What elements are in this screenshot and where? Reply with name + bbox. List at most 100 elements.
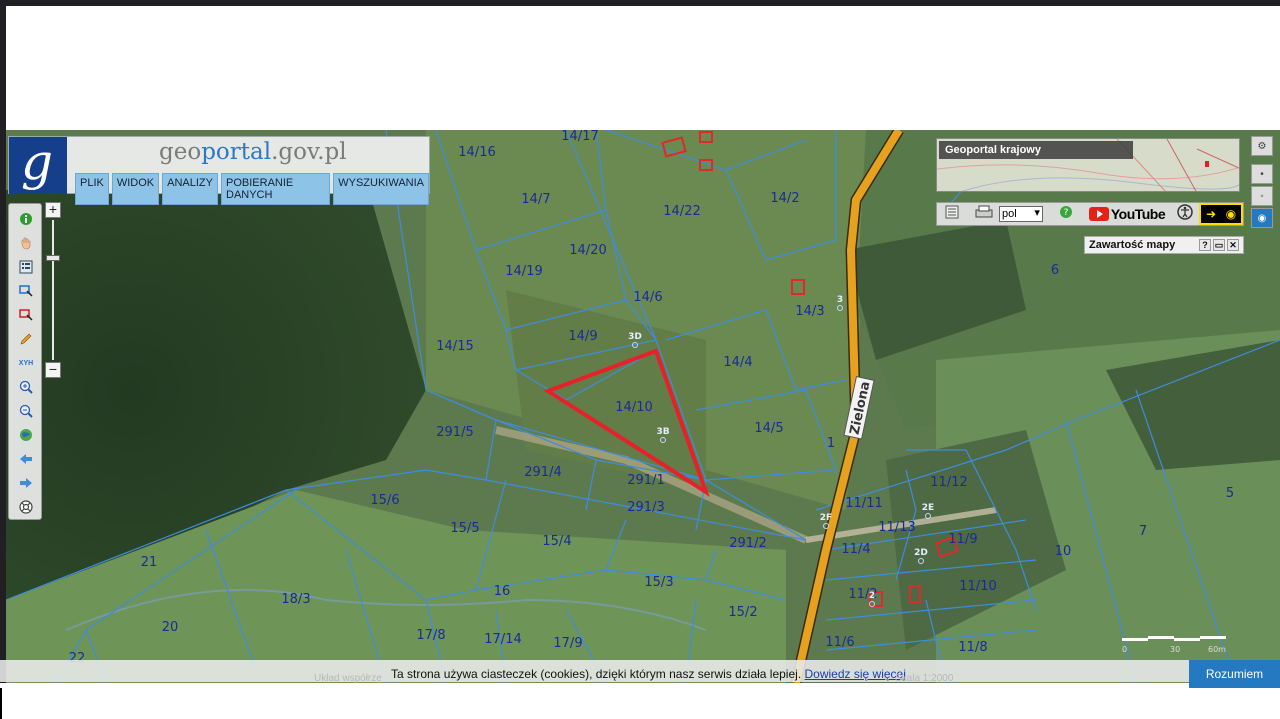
zoom-track[interactable]	[52, 220, 54, 360]
printer-icon[interactable]	[975, 205, 993, 224]
legend-icon[interactable]	[17, 258, 35, 276]
layer-dot-icon[interactable]: •	[1251, 164, 1273, 184]
zoom-plus-button[interactable]: +	[45, 202, 61, 218]
parcel-label: 291/5	[436, 425, 473, 440]
forward-arrow-icon[interactable]	[17, 474, 35, 492]
globe-icon[interactable]	[17, 426, 35, 444]
parcel-label: 11/13	[878, 520, 915, 535]
svg-text:?: ?	[1063, 208, 1068, 218]
cookie-more-link[interactable]: Dowiedz się więcej	[805, 667, 906, 681]
zoom-slider[interactable]: + −	[44, 202, 62, 380]
zoom-thumb[interactable]	[46, 254, 60, 261]
address-point-label: 2F	[820, 513, 832, 523]
cookie-accept-button[interactable]: Rozumiem	[1189, 660, 1280, 688]
language-select[interactable]: pol	[999, 206, 1043, 222]
scale-label-end: 60m	[1208, 645, 1226, 654]
top-right-toolbar: pol ? YouTube ➜◉	[936, 202, 1244, 226]
map-content-panel[interactable]: Zawartość mapy ? ▭ ✕	[1084, 236, 1244, 254]
back-arrow-icon[interactable]	[17, 450, 35, 468]
logo-panel: g geoportal.gov.pl PLIK WIDOK ANALIZY PO…	[8, 133, 430, 205]
parcel-label: 10	[1055, 544, 1072, 559]
parcel-label: 6	[1051, 263, 1059, 278]
overview-map[interactable]: Geoportal krajowy	[936, 138, 1240, 192]
parcel-label: 17/9	[553, 636, 582, 651]
parcel-label: 14/19	[505, 264, 542, 279]
xyh-icon[interactable]: XYH	[17, 354, 35, 372]
site-name: geoportal.gov.pl	[159, 139, 347, 165]
parcel-label: 11/11	[845, 496, 882, 511]
hand-pan-icon[interactable]	[17, 234, 35, 252]
overview-title: Geoportal krajowy	[939, 141, 1133, 159]
geoportal-logo-icon[interactable]: g	[9, 133, 67, 194]
parcel-label: 291/1	[627, 473, 664, 488]
parcel-label: 15/3	[644, 575, 673, 590]
parcel-label: 20	[162, 620, 179, 635]
menu-plik[interactable]: PLIK	[75, 173, 109, 205]
print-list-icon[interactable]	[945, 205, 959, 224]
parcel-label: 14/6	[633, 290, 662, 305]
parcel-label: 11/9	[948, 532, 977, 547]
parcel-label: 15/2	[728, 605, 757, 620]
parcel-label: 14/4	[723, 355, 752, 370]
info-icon[interactable]	[17, 210, 35, 228]
parcel-label: 15/6	[370, 493, 399, 508]
youtube-icon	[1088, 207, 1109, 221]
parcel-label: 11/6	[825, 635, 854, 650]
parcel-label: 11/4	[841, 542, 870, 557]
pencil-icon[interactable]	[17, 330, 35, 348]
help-wheel-icon[interactable]	[17, 498, 35, 516]
menu-wyszukiwania[interactable]: WYSZUKIWANIA	[333, 173, 429, 205]
parcel-label: 18/3	[281, 592, 310, 607]
panel-close-button[interactable]: ✕	[1227, 239, 1239, 251]
scale-label-mid: 30	[1170, 645, 1180, 654]
address-point-label: 3	[837, 295, 843, 305]
parcel-label: 1	[827, 436, 835, 451]
parcel-label: 14/2	[770, 191, 799, 206]
scale-label-0: 0	[1122, 645, 1127, 654]
parcel-label: 291/2	[729, 536, 766, 551]
help-icon[interactable]: ?	[1059, 205, 1073, 224]
map-tools-toolbar: XYH	[8, 203, 42, 520]
zoom-minus-button[interactable]: −	[45, 362, 61, 378]
settings-gear-icon[interactable]: ⚙	[1251, 136, 1273, 156]
panel-restore-button[interactable]: ▭	[1213, 239, 1225, 251]
zoom-in-icon[interactable]	[17, 378, 35, 396]
address-point-label: 2	[869, 591, 875, 601]
page-bottom	[0, 683, 1280, 719]
address-point-label: 2D	[914, 548, 928, 558]
select-rect-icon[interactable]	[17, 282, 35, 300]
parcel-label: 7	[1139, 524, 1147, 539]
accessibility-icon[interactable]	[1177, 203, 1193, 225]
parcel-label: 14/20	[569, 243, 606, 258]
parcel-label: 15/4	[542, 534, 571, 549]
cookie-text: Ta strona używa ciasteczek (cookies), dz…	[391, 667, 906, 681]
side-buttons: ⚙ • ◦ ◉	[1251, 136, 1273, 230]
menu-analizy[interactable]: ANALIZY	[162, 173, 218, 205]
deselect-rect-icon[interactable]	[17, 306, 35, 324]
arrow-right-icon: ➜	[1205, 207, 1217, 221]
menu-widok[interactable]: WIDOK	[111, 173, 160, 205]
panel-help-button[interactable]: ?	[1199, 239, 1211, 251]
parcel-label: 21	[141, 555, 158, 570]
main-menu: PLIK WIDOK ANALIZY POBIERANIE DANYCH WYS…	[75, 173, 429, 205]
parcel-label: 14/22	[663, 204, 700, 219]
parcel-label: 291/4	[524, 465, 561, 480]
parcel-label: 14/7	[521, 192, 550, 207]
parcel-label: 14/17	[561, 130, 598, 144]
page-edge	[0, 688, 2, 719]
menu-pobieranie-danych[interactable]: POBIERANIE DANYCH	[221, 173, 331, 205]
parcel-label: 17/8	[416, 628, 445, 643]
high-contrast-button[interactable]: ➜ ◉	[1199, 203, 1243, 225]
page-header-area	[6, 6, 1280, 130]
visibility-eye-icon[interactable]: ◉	[1251, 208, 1273, 228]
parcel-label: 14/9	[568, 329, 597, 344]
layer-eye-small-icon[interactable]: ◦	[1251, 186, 1273, 206]
address-point-label: 3D	[628, 332, 642, 342]
parcel-label: 14/3	[795, 304, 824, 319]
parcel-label: 14/16	[458, 145, 495, 160]
zoom-out-icon[interactable]	[17, 402, 35, 420]
map-view[interactable]: 14/17 14/16 14/7 14/22 14/2 14/20 14/19 14/6 14/…	[6, 130, 1280, 683]
youtube-link[interactable]: YouTube	[1088, 206, 1166, 222]
parcel-label: 5	[1226, 486, 1234, 501]
parcel-label: 11/12	[930, 475, 967, 490]
